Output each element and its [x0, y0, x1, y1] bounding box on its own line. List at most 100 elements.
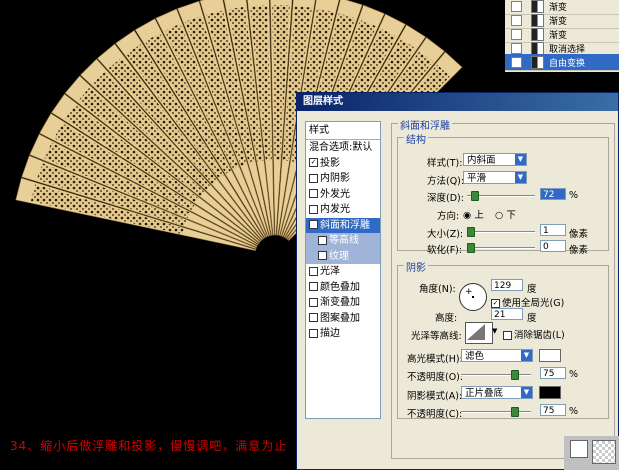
direction-down-radio[interactable]: ○ 下 [495, 207, 516, 221]
checkmark-icon: ✓ [491, 299, 500, 308]
size-slider-knob[interactable] [467, 227, 475, 237]
contour-preview-icon [467, 324, 485, 340]
bevel-emboss-panel: 斜面和浮雕 结构 样式(T): 内斜面 ▼ 方法(Q): 平滑 ▼ 深度(D): 7… [387, 115, 619, 467]
tutorial-caption: 34、缩小后做浮雕和投影，慢慢调吧，满意为止 [10, 439, 288, 453]
depth-slider[interactable] [467, 191, 535, 201]
style-item-label: 光泽 [320, 266, 340, 277]
depth-input[interactable]: 72 [540, 188, 566, 200]
checkbox-empty-icon [503, 331, 512, 340]
highlight-opacity-input[interactable]: 75 [540, 367, 566, 379]
checkbox-empty-icon[interactable] [309, 282, 318, 291]
soften-input[interactable]: 0 [540, 240, 566, 252]
style-item[interactable]: 光泽 [306, 264, 380, 280]
blend-options-item[interactable]: 混合选项:默认 [306, 140, 380, 156]
style-item[interactable]: 颜色叠加 [306, 280, 380, 296]
technique-select[interactable]: 平滑 ▼ [463, 171, 527, 184]
size-unit: 像素 [569, 229, 589, 240]
layer-style-dialog: 图层样式 样式 混合选项:默认 ✓ 投影 内阴影 外发光 内发光 ✓ 斜面和浮雕 等高线 纹理光… [296, 92, 619, 470]
anti-alias-checkbox[interactable]: 消除锯齿(L) [503, 327, 565, 341]
visibility-checkbox-icon[interactable] [511, 29, 522, 40]
checkbox-empty-icon[interactable] [309, 328, 318, 338]
style-item[interactable]: 外发光 [306, 187, 380, 203]
style-item-label: 外发光 [320, 188, 350, 200]
style-item[interactable]: ✓ 投影 [306, 156, 380, 172]
style-item[interactable]: ✓ 斜面和浮雕 [306, 217, 380, 233]
size-slider[interactable] [467, 227, 535, 237]
style-item[interactable]: 纹理 [306, 248, 380, 264]
history-panel: 渐变 渐变 渐变 取消选择 自由变换 [505, 0, 619, 72]
styles-list: 样式 混合选项:默认 ✓ 投影 内阴影 外发光 内发光 ✓ 斜面和浮雕 等高线 纹理 光泽 颜色叠加… [305, 121, 381, 419]
shadow-opacity-label: 不透明度(C): [407, 409, 463, 420]
shadow-mode-label: 阴影模式(A): [407, 391, 463, 402]
shadow-color-swatch[interactable] [539, 386, 561, 399]
chevron-down-icon[interactable]: ▼ [492, 327, 497, 335]
checkbox-empty-icon[interactable] [309, 189, 318, 198]
styles-header[interactable]: 样式 [306, 122, 380, 140]
checkbox-empty-icon[interactable] [309, 173, 318, 183]
highlight-mode-select[interactable]: 滤色 ▼ [461, 349, 533, 362]
checkbox-empty-icon[interactable] [309, 204, 318, 214]
shadow-mode-select[interactable]: 正片叠底 ▼ [461, 386, 533, 399]
style-item[interactable]: 等高线 [306, 233, 380, 249]
global-light-checkbox[interactable]: ✓ 使用全局光(G) [491, 295, 564, 309]
altitude-input[interactable]: 21 [491, 308, 523, 320]
highlight-mode-label: 高光模式(H): [407, 354, 463, 365]
history-thumb-icon [531, 56, 544, 69]
style-item[interactable]: 渐变叠加 [306, 295, 380, 311]
highlight-color-swatch[interactable] [539, 349, 561, 362]
style-item[interactable]: 描边 [306, 326, 380, 342]
soften-unit: 像素 [569, 245, 589, 256]
new-layer-icon[interactable] [570, 440, 588, 458]
style-item-label: 内阴影 [320, 173, 350, 184]
visibility-checkbox-icon[interactable] [511, 43, 522, 54]
section-title: 斜面和浮雕 [398, 117, 452, 132]
visibility-checkbox-icon[interactable] [511, 57, 522, 68]
chevron-down-icon: ▼ [515, 154, 526, 165]
highlight-opacity-slider[interactable] [461, 370, 531, 380]
size-label: 大小(Z): [427, 229, 464, 240]
checkmark-icon[interactable]: ✓ [309, 220, 318, 229]
style-item[interactable]: 内阴影 [306, 171, 380, 187]
soften-slider-knob[interactable] [467, 243, 475, 253]
angle-input[interactable]: 129 [491, 279, 523, 291]
direction-label: 方向: [437, 211, 460, 222]
technique-label: 方法(Q): [427, 176, 465, 187]
shadow-opacity-input[interactable]: 75 [540, 404, 566, 416]
chevron-down-icon: ▼ [515, 172, 526, 183]
style-item-label: 斜面和浮雕 [320, 219, 370, 231]
style-item-label: 描边 [320, 328, 340, 339]
style-item-label: 颜色叠加 [320, 281, 360, 293]
history-item-label: 自由变换 [549, 59, 586, 69]
style-item[interactable]: 图案叠加 [306, 311, 380, 327]
gloss-contour-picker[interactable] [465, 322, 493, 344]
soften-slider[interactable] [467, 243, 535, 253]
highlight-opacity-knob[interactable] [510, 370, 519, 380]
shadow-opacity-unit: % [569, 406, 579, 417]
dialog-title: 图层样式 [297, 93, 618, 111]
size-input[interactable]: 1 [540, 224, 566, 236]
style-item[interactable]: 内发光 [306, 202, 380, 218]
checkbox-empty-icon[interactable] [318, 251, 327, 260]
soften-label: 软化(F): [427, 245, 463, 256]
shading-title: 阴影 [404, 259, 428, 274]
angle-dial[interactable]: + [459, 283, 487, 311]
style-item-label: 图案叠加 [320, 312, 360, 324]
layer-thumbnail[interactable] [592, 440, 616, 464]
history-item[interactable]: 自由变换 [505, 54, 619, 71]
shadow-opacity-knob[interactable] [510, 407, 519, 417]
shadow-opacity-slider[interactable] [461, 407, 531, 417]
checkbox-empty-icon[interactable] [309, 266, 318, 276]
altitude-unit: 度 [527, 313, 537, 324]
checkbox-empty-icon[interactable] [309, 313, 318, 322]
checkmark-icon[interactable]: ✓ [309, 158, 318, 167]
style-select[interactable]: 内斜面 ▼ [463, 153, 527, 166]
checkbox-empty-icon[interactable] [318, 235, 327, 245]
highlight-opacity-unit: % [569, 369, 579, 380]
layers-toolbar [564, 436, 619, 470]
direction-up-radio[interactable]: ◉ 上 [463, 207, 484, 221]
depth-slider-knob[interactable] [471, 191, 479, 201]
visibility-checkbox-icon[interactable] [511, 15, 522, 26]
checkbox-empty-icon[interactable] [309, 297, 318, 307]
shadow-mode-value: 正片叠底 [465, 388, 504, 399]
visibility-checkbox-icon[interactable] [511, 1, 522, 12]
